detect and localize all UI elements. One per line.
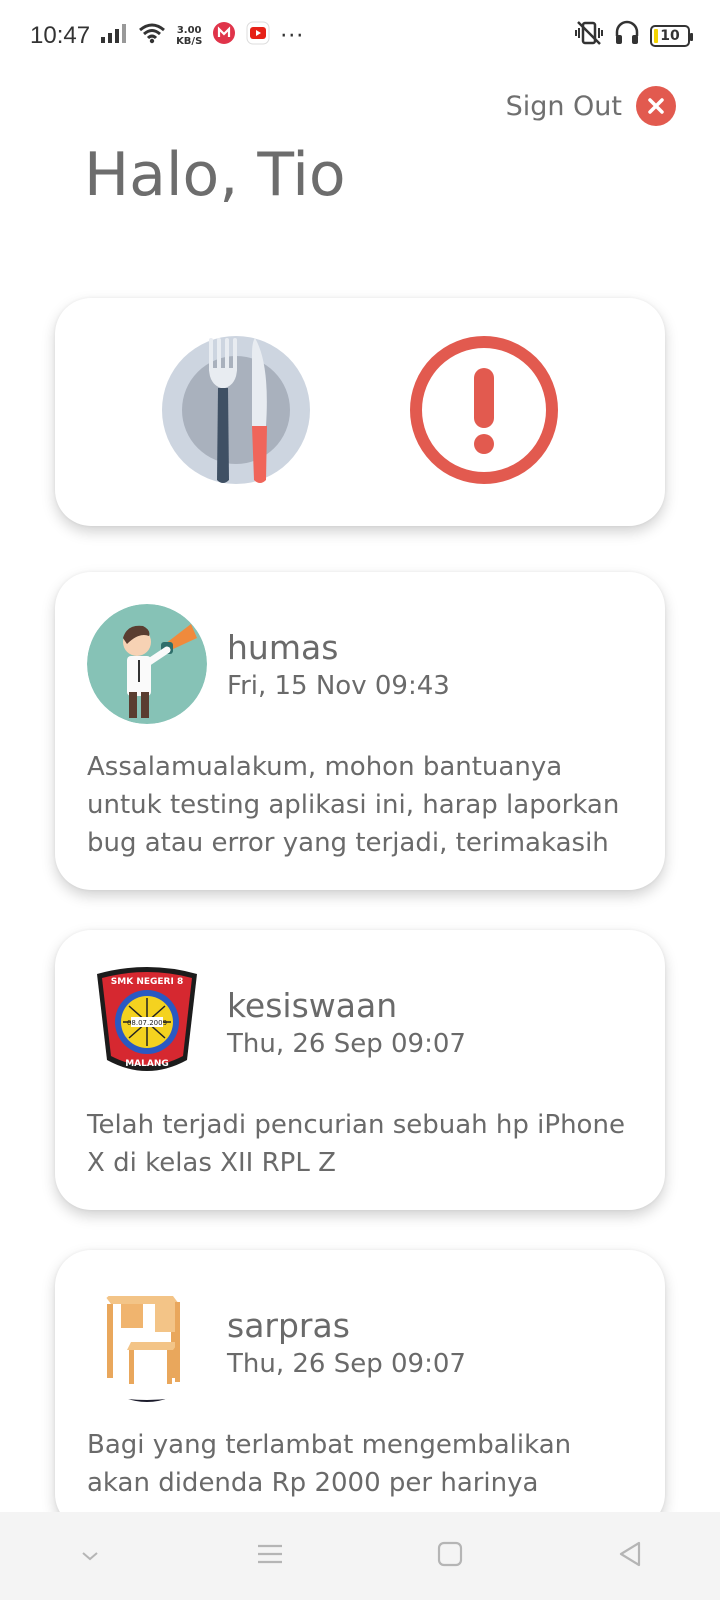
svg-text:SMK NEGERI 8: SMK NEGERI 8 (111, 977, 183, 987)
net-speed-value: 3.00 (176, 25, 202, 36)
menu-card (55, 298, 665, 526)
net-speed: 3.00 KB/S (176, 25, 202, 47)
signal-icon (100, 23, 128, 49)
post-meta: sarpras Thu, 26 Sep 09:07 (227, 1306, 466, 1379)
post-date: Fri, 15 Nov 09:43 (227, 670, 450, 701)
post-date: Thu, 26 Sep 09:07 (227, 1028, 466, 1059)
desk-chair-avatar (87, 1282, 207, 1402)
home-square-icon (437, 1541, 463, 1571)
battery-level: 10 (660, 28, 680, 44)
vibrate-off-icon (574, 20, 604, 52)
post-meta: humas Fri, 15 Nov 09:43 (227, 628, 450, 701)
post-body: Telah terjadi pencurian sebuah hp iPhone… (87, 1110, 625, 1178)
post-body: Assalamualakum, mohon bantuanya untuk te… (87, 752, 620, 858)
sign-out-label: Sign Out (505, 90, 622, 122)
status-time: 10:47 (30, 22, 91, 49)
post-author: sarpras (227, 1305, 350, 1345)
status-left: 10:47 3.00 KB/S ··· (30, 21, 304, 51)
back-triangle-icon (617, 1540, 643, 1572)
menu-icon (256, 1543, 284, 1569)
announcement-card[interactable]: sarpras Thu, 26 Sep 09:07 Bagi yang terl… (55, 1250, 665, 1530)
post-date: Thu, 26 Sep 09:07 (227, 1348, 466, 1379)
greeting-title: Halo, Tio (84, 140, 346, 210)
announcement-card[interactable]: 08.07.2009 SMK NEGERI 8 MALANG kesiswaan… (55, 930, 665, 1210)
post-header: sarpras Thu, 26 Sep 09:07 (87, 1282, 633, 1402)
announcement-card[interactable]: humas Fri, 15 Nov 09:43 Assalamualakum, … (55, 572, 665, 890)
app-notification-icon (212, 21, 236, 51)
plate-fork-knife-icon (160, 334, 312, 490)
report-menu-button[interactable] (408, 336, 560, 488)
post-author: humas (227, 627, 339, 667)
canteen-menu-button[interactable] (160, 336, 312, 488)
more-notifications: ··· (280, 23, 305, 49)
status-right: 10 (574, 20, 693, 52)
close-icon (636, 86, 676, 126)
post-meta: kesiswaan Thu, 26 Sep 09:07 (227, 986, 466, 1059)
post-header: humas Fri, 15 Nov 09:43 (87, 604, 633, 724)
sign-out-button[interactable]: Sign Out (506, 86, 676, 126)
svg-text:MALANG: MALANG (125, 1059, 169, 1069)
chevron-down-icon (80, 1547, 100, 1566)
post-body: Bagi yang terlambat mengembalikan akan d… (87, 1430, 572, 1498)
alert-circle-icon (408, 334, 560, 490)
headphones-icon (614, 20, 640, 52)
nav-home-button[interactable] (420, 1526, 480, 1586)
status-bar: 10:47 3.00 KB/S ··· 10 (0, 0, 720, 72)
post-header: 08.07.2009 SMK NEGERI 8 MALANG kesiswaan… (87, 962, 633, 1082)
nav-hide-button[interactable] (60, 1526, 120, 1586)
nav-menu-button[interactable] (240, 1526, 300, 1586)
post-author: kesiswaan (227, 985, 398, 1025)
system-nav-bar (0, 1512, 720, 1600)
svg-text:08.07.2009: 08.07.2009 (127, 1019, 167, 1027)
youtube-icon (246, 21, 270, 51)
school-logo-avatar: 08.07.2009 SMK NEGERI 8 MALANG (87, 962, 207, 1082)
net-speed-unit: KB/S (176, 36, 203, 47)
wifi-icon (138, 22, 166, 50)
screen: 10:47 3.00 KB/S ··· 10 Sign Out Halo, Ti… (0, 0, 720, 1600)
megaphone-man-avatar (87, 604, 207, 724)
battery-icon: 10 (650, 25, 693, 47)
nav-back-button[interactable] (600, 1526, 660, 1586)
